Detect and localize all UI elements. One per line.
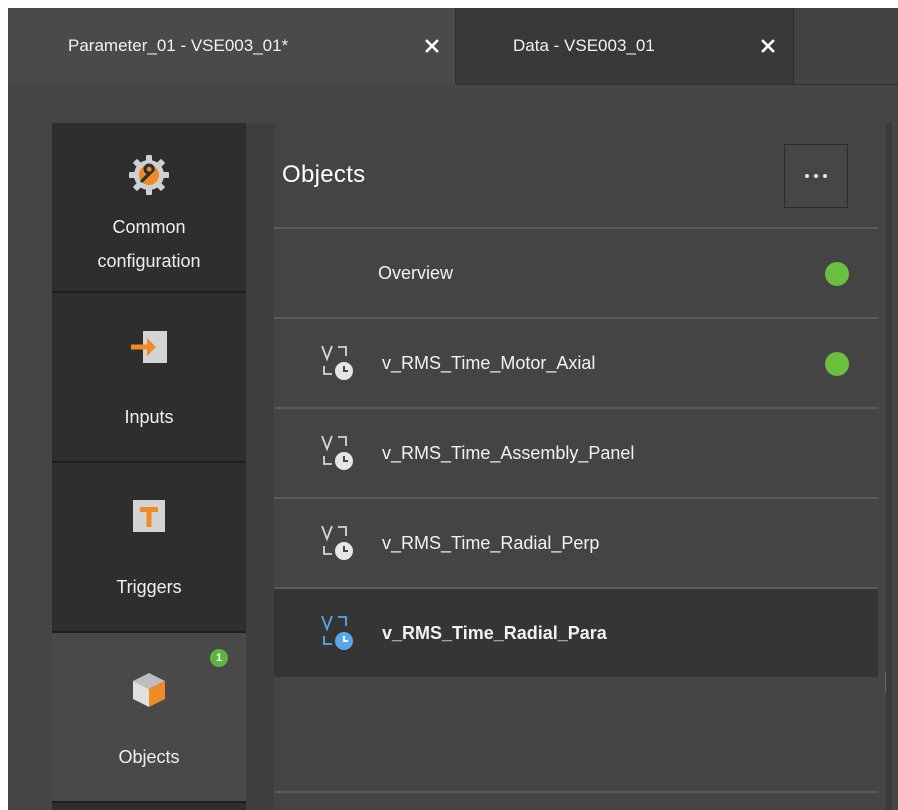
input-arrow-icon — [129, 327, 169, 372]
sidebar-item-label: configuration — [97, 251, 201, 271]
notification-badge: 1 — [210, 649, 228, 667]
sidebar-item-triggers[interactable]: Triggers — [52, 463, 246, 633]
status-indicator — [825, 352, 849, 376]
list-item-object[interactable]: v_RMS_Time_Assembly_Panel — [274, 407, 878, 497]
sidebar-item-inputs[interactable]: Inputs — [52, 293, 246, 463]
rms-time-icon — [320, 522, 360, 562]
list-divider — [274, 791, 878, 793]
close-icon[interactable] — [422, 36, 442, 56]
list-item-object-selected[interactable]: v_RMS_Time_Radial_Para — [274, 587, 878, 677]
rms-time-icon — [320, 342, 360, 382]
more-options-button[interactable] — [784, 144, 848, 208]
tab-label: Parameter_01 - VSE003_01* — [68, 36, 289, 55]
gear-wrench-icon — [127, 153, 171, 202]
sidebar: Common configuration Inputs Triggers Obj… — [52, 123, 246, 810]
list-item-overview[interactable]: Overview — [274, 227, 878, 317]
objects-panel: Objects Overview v_RMS_Time_Motor_Axial … — [274, 123, 878, 810]
sidebar-item-common-configuration[interactable]: Common configuration — [52, 123, 246, 293]
list-item-label: Overview — [378, 263, 454, 283]
list-item-object[interactable]: v_RMS_Time_Motor_Axial — [274, 317, 878, 407]
close-icon[interactable] — [758, 36, 778, 56]
trigger-t-icon — [130, 497, 168, 540]
sidebar-item-more[interactable] — [52, 803, 246, 810]
tab-label: Data - VSE003_01 — [513, 36, 655, 55]
sidebar-item-label: Objects — [118, 747, 180, 767]
ellipsis-icon — [805, 174, 809, 178]
scrollbar[interactable] — [886, 123, 892, 810]
sidebar-item-label: Triggers — [116, 577, 182, 597]
rms-time-icon — [320, 432, 360, 472]
sidebar-item-label: Inputs — [124, 407, 174, 427]
panel-title: Objects — [282, 161, 366, 188]
sidebar-item-objects[interactable]: Objects 1 — [52, 633, 246, 803]
editor-content: Common configuration Inputs Triggers Obj… — [52, 123, 878, 810]
list-item-object[interactable]: v_RMS_Time_Radial_Perp — [274, 497, 878, 587]
sidebar-item-label: Common — [112, 217, 186, 237]
tab-data[interactable]: Data - VSE003_01 — [456, 8, 794, 84]
rms-time-icon — [320, 612, 360, 652]
tab-bar: Parameter_01 - VSE003_01* Data - VSE003_… — [8, 8, 898, 84]
list-item-label: v_RMS_Time_Assembly_Panel — [382, 443, 635, 463]
tab-parameter[interactable]: Parameter_01 - VSE003_01* — [8, 8, 456, 84]
cube-icon — [127, 667, 171, 716]
list-item-label: v_RMS_Time_Radial_Perp — [382, 533, 600, 553]
list-item-label: v_RMS_Time_Motor_Axial — [382, 353, 596, 373]
list-item-label: v_RMS_Time_Radial_Para — [382, 623, 607, 643]
app-window: Parameter_01 - VSE003_01* Data - VSE003_… — [8, 8, 898, 810]
status-indicator — [825, 262, 849, 286]
scrollbar-mark — [885, 672, 886, 692]
tab-divider — [456, 84, 898, 85]
